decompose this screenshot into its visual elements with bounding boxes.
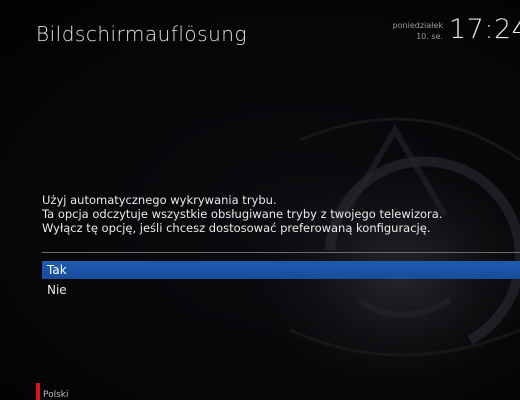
option-tak[interactable]: Tak	[42, 261, 520, 279]
date-label: 10. se.	[416, 32, 443, 41]
option-nie[interactable]: Nie	[42, 281, 520, 299]
description-line-3: Wyłącz tę opcję, jeśli chcesz dostosować…	[42, 221, 431, 235]
setting-description: Użyj automatycznego wykrywania trybu. Ta…	[42, 193, 512, 235]
divider	[42, 252, 520, 253]
description-line-1: Użyj automatycznego wykrywania trybu.	[42, 193, 277, 207]
date-display: poniedziałek 10. se.	[393, 20, 443, 42]
option-list: Tak Nie	[42, 261, 520, 301]
page-title: Bildschirmauflösung	[36, 22, 247, 46]
language-label[interactable]: Polski	[43, 384, 69, 400]
red-key-indicator	[36, 383, 40, 400]
language-bar: Polski	[36, 383, 69, 400]
weekday-label: poniedziałek	[392, 21, 443, 30]
settings-screen: Bildschirmauflösung poniedziałek 10. se.…	[0, 0, 520, 400]
clock-time: 17:24	[449, 14, 520, 45]
description-line-2: Ta opcja odczytuje wszystkie obsługiwane…	[42, 207, 443, 221]
